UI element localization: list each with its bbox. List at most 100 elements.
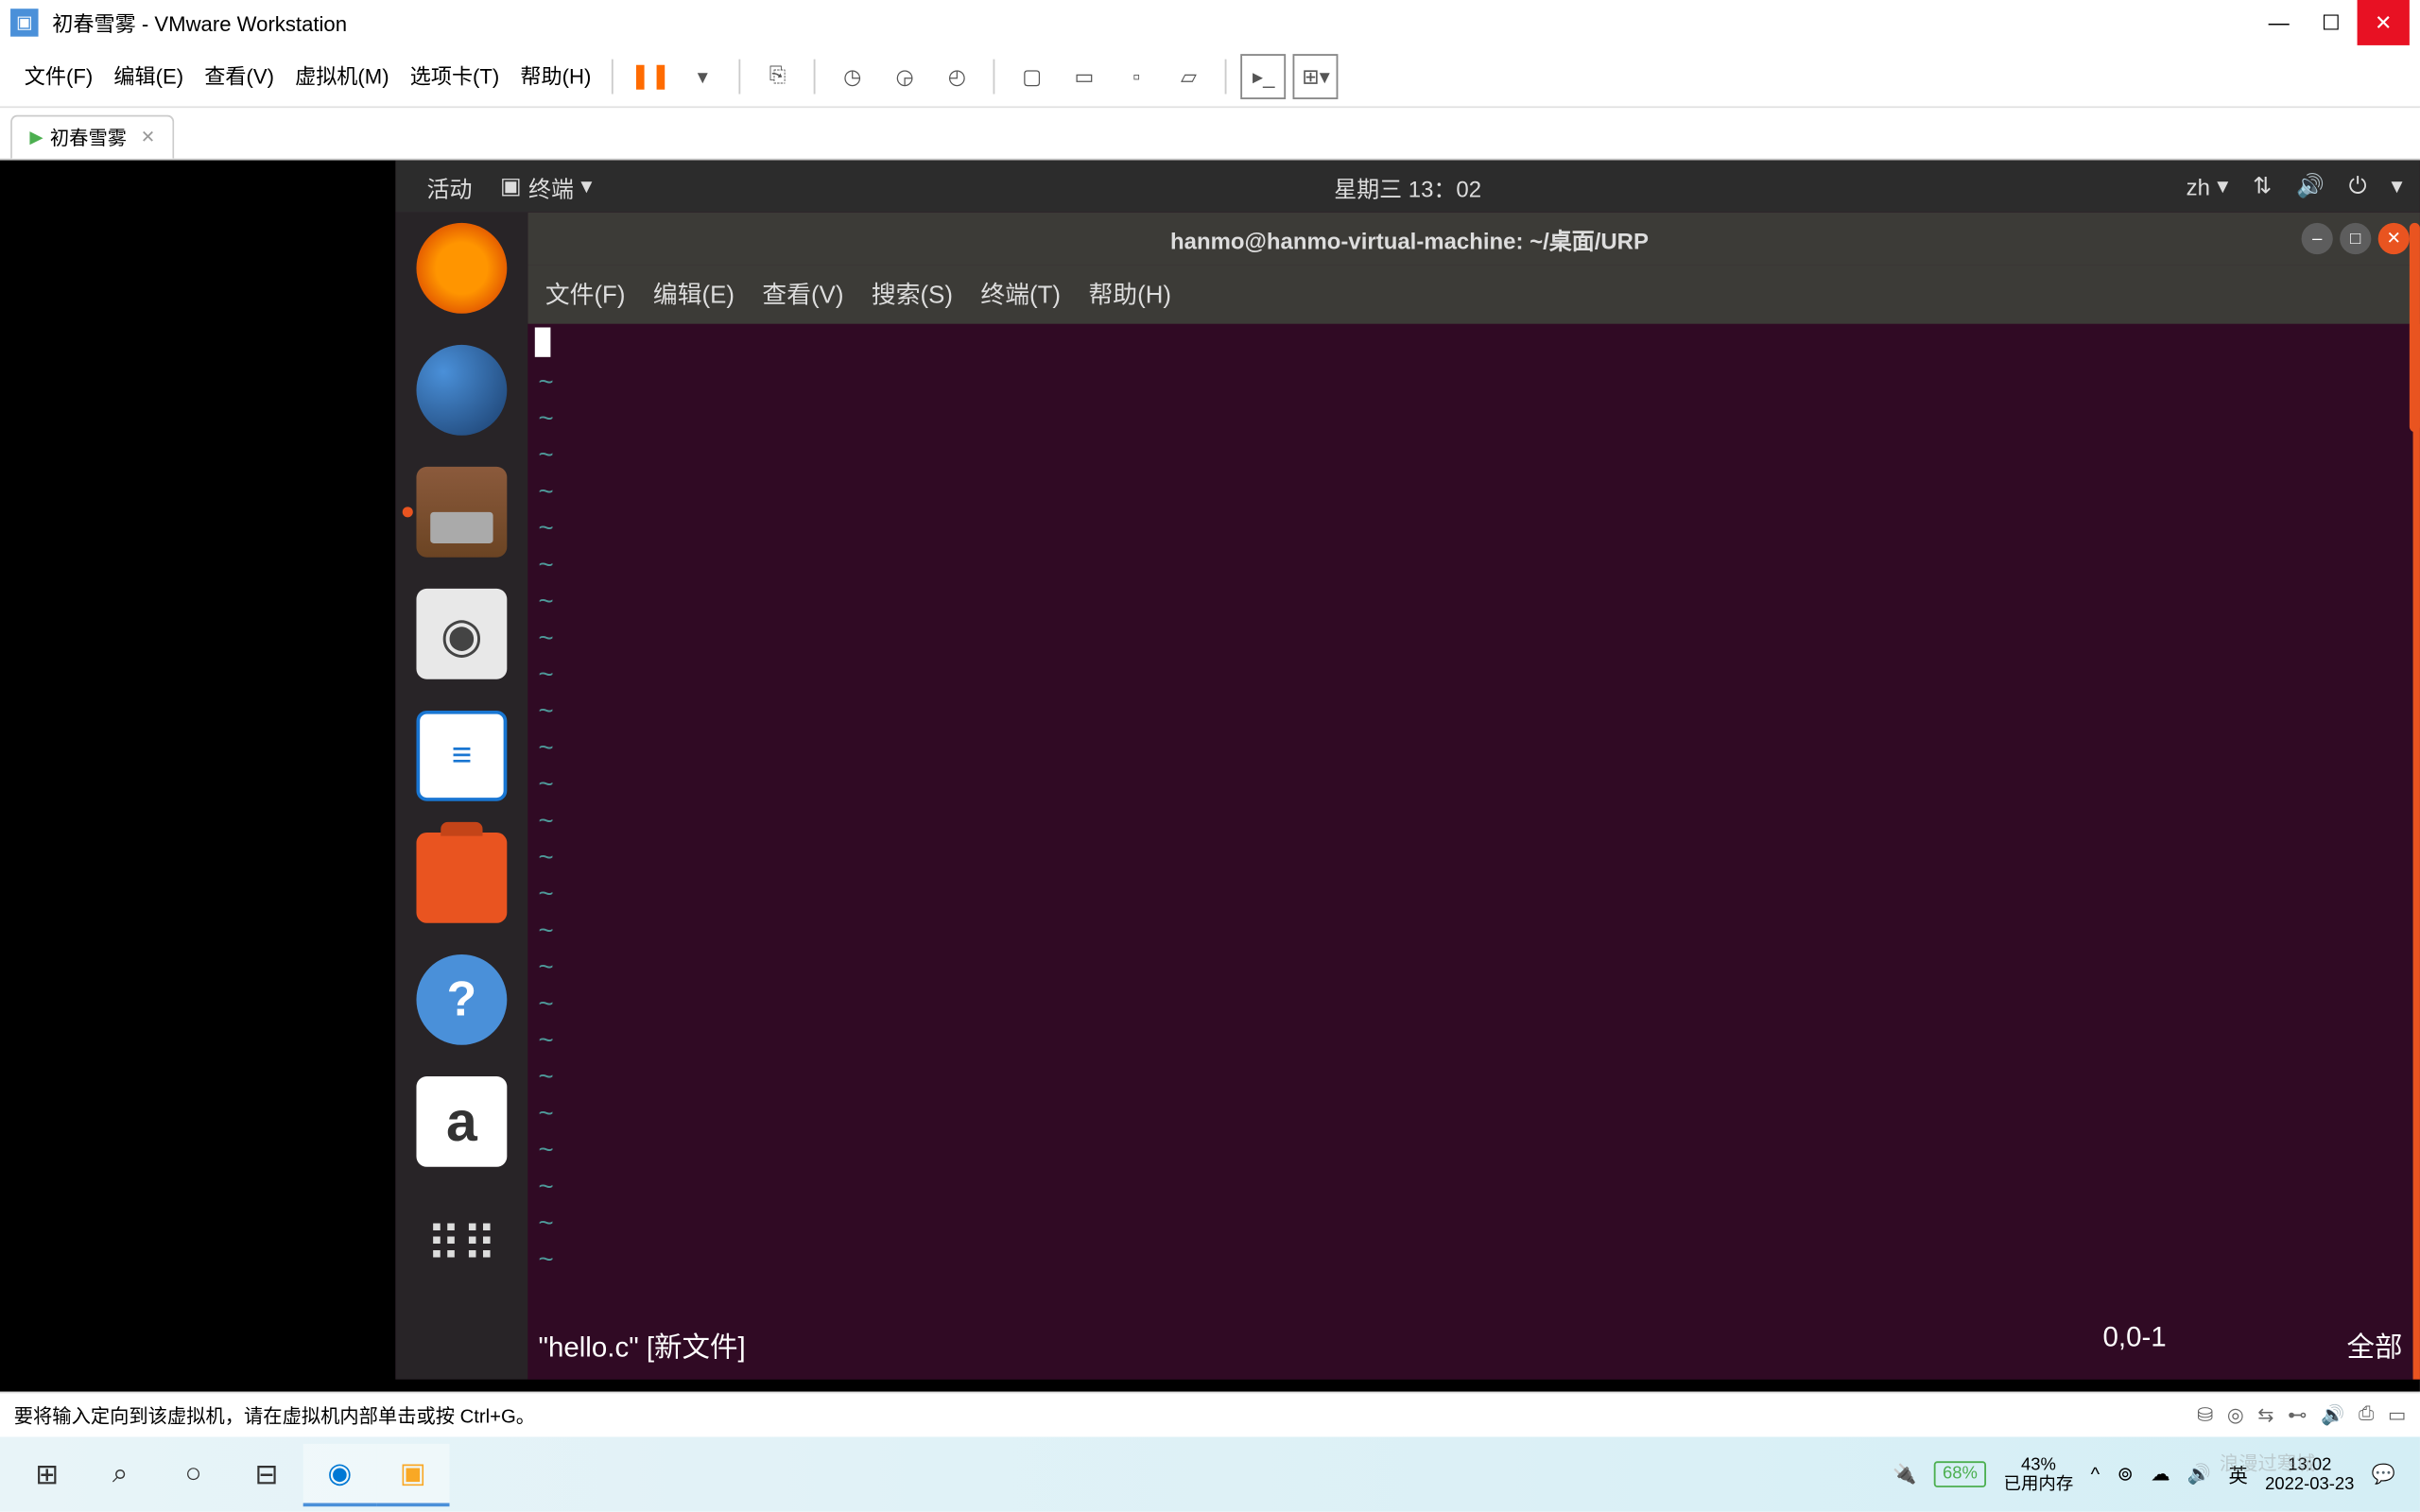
- maximize-button[interactable]: ☐: [2305, 0, 2357, 45]
- menu-edit[interactable]: 编辑(E): [103, 61, 194, 91]
- power-icon[interactable]: ⏻: [2349, 172, 2367, 199]
- term-menu-edit[interactable]: 编辑(E): [653, 277, 735, 312]
- pause-button[interactable]: ❚❚: [628, 53, 673, 98]
- sound-icon[interactable]: 🔊: [2321, 1403, 2344, 1426]
- vim-tilde: ~: [538, 1132, 2402, 1169]
- battery-status[interactable]: 68%: [1934, 1461, 1986, 1487]
- charging-icon[interactable]: 🔌: [1893, 1463, 1916, 1486]
- menu-vm[interactable]: 虚拟机(M): [285, 61, 400, 91]
- terminal-titlebar[interactable]: hanmo@hanmo-virtual-machine: ~/桌面/URP – …: [527, 213, 2419, 265]
- network-device-icon[interactable]: ⇆: [2257, 1403, 2273, 1426]
- help-icon[interactable]: [416, 954, 507, 1045]
- vim-tilde: ~: [538, 1059, 2402, 1096]
- dropdown-icon[interactable]: ▾: [680, 53, 725, 98]
- cortana-button[interactable]: ○: [157, 1443, 230, 1505]
- running-indicator: [403, 507, 413, 517]
- close-tab-icon[interactable]: ✕: [141, 128, 155, 146]
- vim-tilde: ~: [538, 730, 2402, 766]
- window-titlebar: ▣ 初春雪雾 - VMware Workstation — ☐ ✕: [0, 0, 2420, 45]
- vim-tilde: ~: [538, 438, 2402, 474]
- snapshot-button[interactable]: ◷: [830, 53, 875, 98]
- tray-expand-icon[interactable]: ^: [2091, 1464, 2100, 1485]
- terminal-close-button[interactable]: ✕: [2378, 223, 2410, 254]
- manage-snapshot-button[interactable]: ◴: [934, 53, 979, 98]
- vim-tilde: ~: [538, 1169, 2402, 1206]
- libreoffice-writer-icon[interactable]: [416, 711, 507, 801]
- term-menu-search[interactable]: 搜索(S): [872, 277, 953, 312]
- files-icon[interactable]: [416, 467, 507, 558]
- stretch-button[interactable]: ▱: [1167, 53, 1212, 98]
- usb-icon[interactable]: ⊷: [2288, 1403, 2307, 1426]
- rhythmbox-icon[interactable]: [416, 589, 507, 679]
- menu-tabs[interactable]: 选项卡(T): [400, 61, 510, 91]
- vm-desktop-area[interactable]: 活动 ▣ 终端 ▾ 星期三 13：02 zh ▾ ⇅ 🔊 ⏻ ▾: [0, 161, 2420, 1392]
- separator: [994, 59, 995, 94]
- ubuntu-software-icon[interactable]: [416, 833, 507, 923]
- memory-status[interactable]: 43% 已用内存: [2004, 1455, 2074, 1494]
- unity-button[interactable]: ▭: [1062, 53, 1107, 98]
- terminal-minimize-button[interactable]: –: [2302, 223, 2333, 254]
- show-apps-icon[interactable]: ⠿⠿: [416, 1198, 507, 1289]
- menu-view[interactable]: 查看(V): [194, 61, 285, 91]
- vmware-taskbar-icon[interactable]: ▣: [376, 1443, 449, 1505]
- vim-tilde: ~: [538, 583, 2402, 620]
- vim-tilde: [538, 327, 2402, 364]
- volume-tray-icon[interactable]: 🔊: [2187, 1463, 2211, 1486]
- taskview-button[interactable]: ⊟: [230, 1443, 302, 1505]
- term-menu-view[interactable]: 查看(V): [762, 277, 843, 312]
- menu-file[interactable]: 文件(F): [14, 61, 104, 91]
- vim-tilde: ~: [538, 473, 2402, 510]
- vim-tilde: ~: [538, 620, 2402, 657]
- wifi-icon[interactable]: ⊚: [2118, 1463, 2134, 1486]
- firefox-icon[interactable]: [416, 223, 507, 314]
- hdd-icon[interactable]: ⛁: [2197, 1403, 2213, 1426]
- vim-tilde: ~: [538, 1095, 2402, 1132]
- vim-tilde: ~: [538, 510, 2402, 547]
- notification-icon[interactable]: 💬: [2372, 1463, 2395, 1486]
- ubuntu-desktop: 活动 ▣ 终端 ▾ 星期三 13：02 zh ▾ ⇅ 🔊 ⏻ ▾: [395, 161, 2420, 1380]
- toolbar-extra-button[interactable]: ⊞▾: [1293, 53, 1339, 98]
- start-button[interactable]: ⊞: [10, 1443, 83, 1505]
- display-icon[interactable]: ▭: [2388, 1403, 2406, 1426]
- term-menu-terminal[interactable]: 终端(T): [980, 277, 1061, 312]
- chevron-down-icon[interactable]: ▾: [2391, 172, 2402, 199]
- search-button[interactable]: ⌕: [83, 1443, 156, 1505]
- console-view-button[interactable]: ▫: [1114, 53, 1159, 98]
- thunderbird-icon[interactable]: [416, 345, 507, 436]
- vim-tilde: ~: [538, 1205, 2402, 1242]
- terminal-icon[interactable]: ▸_: [1241, 53, 1287, 98]
- vim-tilde: ~: [538, 803, 2402, 840]
- vm-tab[interactable]: ▶ 初春雪雾 ✕: [10, 115, 174, 159]
- term-menu-help[interactable]: 帮助(H): [1089, 277, 1171, 312]
- terminal-maximize-button[interactable]: □: [2340, 223, 2371, 254]
- network-icon[interactable]: ⇅: [2253, 172, 2272, 199]
- chevron-down-icon: ▾: [2217, 172, 2228, 199]
- terminal-body[interactable]: ~ ~ ~ ~ ~ ~ ~ ~ ~ ~ ~ ~ ~ ~ ~ ~ ~ ~ ~ ~: [527, 324, 2419, 1380]
- terminal-menubar: 文件(F) 编辑(E) 查看(V) 搜索(S) 终端(T) 帮助(H): [527, 265, 2419, 324]
- activities-button[interactable]: 活动: [413, 170, 486, 203]
- amazon-icon[interactable]: [416, 1076, 507, 1167]
- vm-tab-label: 初春雪雾: [50, 124, 127, 151]
- separator: [814, 59, 816, 94]
- vim-filename: "hello.c" [新文件]: [538, 1324, 2102, 1366]
- fullscreen-button[interactable]: ▢: [1010, 53, 1055, 98]
- printer-icon[interactable]: ⎙: [2359, 1403, 2374, 1426]
- term-menu-file[interactable]: 文件(F): [545, 277, 626, 312]
- vim-tilde: ~: [538, 949, 2402, 986]
- send-ctrl-alt-del-button[interactable]: ⎘: [755, 53, 801, 98]
- vmware-icon: ▣: [10, 9, 38, 36]
- minimize-button[interactable]: —: [2253, 0, 2305, 45]
- onedrive-icon[interactable]: ☁: [2151, 1463, 2169, 1486]
- ubuntu-dock: ⠿⠿: [395, 213, 527, 1380]
- terminal-window-buttons: – □ ✕: [2291, 223, 2420, 254]
- volume-icon[interactable]: 🔊: [2296, 172, 2325, 199]
- close-button[interactable]: ✕: [2358, 0, 2410, 45]
- app-menu[interactable]: ▣ 终端 ▾: [486, 170, 606, 203]
- input-method[interactable]: zh ▾: [2187, 172, 2229, 199]
- topbar-datetime[interactable]: 星期三 13：02: [1334, 170, 1481, 203]
- vim-tilde: ~: [538, 547, 2402, 584]
- revert-button[interactable]: ◶: [882, 53, 927, 98]
- menu-help[interactable]: 帮助(H): [510, 61, 601, 91]
- cd-icon[interactable]: ◎: [2227, 1403, 2244, 1426]
- edge-icon[interactable]: ◉: [303, 1443, 376, 1505]
